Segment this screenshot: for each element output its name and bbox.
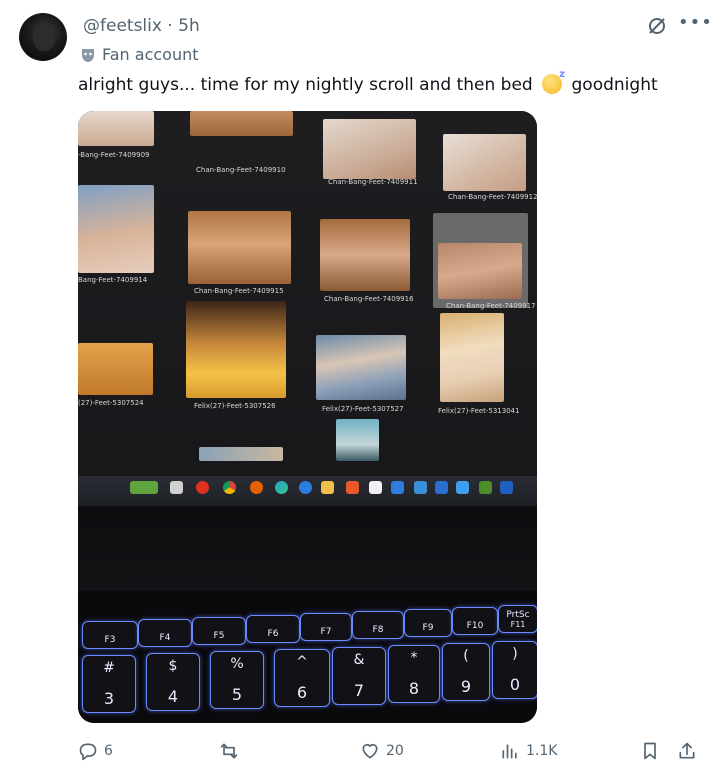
fan-account-badge: Fan account xyxy=(81,45,199,64)
screen-thumbnail xyxy=(188,211,291,284)
screen-caption: Chan-Bang-Feet-7409912 xyxy=(448,193,537,201)
file-explorer-icon xyxy=(321,481,334,494)
key-prtsc: PrtSc F11 xyxy=(498,605,537,633)
reply-icon xyxy=(79,743,97,761)
post-header: @feetslix · 5h xyxy=(83,16,200,36)
like-count: 20 xyxy=(386,743,404,759)
screen-thumbnail xyxy=(316,335,406,400)
post-text-body: alright guys... time for my nightly scro… xyxy=(78,75,533,95)
key-5: % 5 xyxy=(210,651,264,709)
screen-thumbnail xyxy=(320,219,410,291)
key-7: & 7 xyxy=(332,647,386,705)
share-button[interactable] xyxy=(677,741,697,761)
view-count: 1.1K xyxy=(526,743,558,759)
screen-caption: Bang-Feet-7409914 xyxy=(78,276,148,284)
bookmark-button[interactable] xyxy=(640,741,660,761)
like-button[interactable]: 20 xyxy=(360,741,404,761)
laptop-screen: -Bang-Feet-7409909 Chan-Bang-Feet-740991… xyxy=(78,111,537,506)
key-f8: F8 xyxy=(352,611,404,639)
screen-caption: Felix(27)-Feet-5313041 xyxy=(438,407,520,415)
screen-caption: Chan-Bang-Feet-7409910 xyxy=(196,166,286,174)
key-f4: F4 xyxy=(138,619,192,647)
screen-caption: -Bang-Feet-7409909 xyxy=(78,151,150,159)
screen-thumbnail xyxy=(190,111,293,136)
firefox-icon xyxy=(250,481,263,494)
repost-icon xyxy=(220,743,238,759)
key-4: $4 xyxy=(146,653,200,711)
check-icon xyxy=(391,481,404,494)
analytics-icon xyxy=(502,744,517,759)
key-8: * 8 xyxy=(388,645,440,703)
screen-caption: Chan-Bang-Feet-7409916 xyxy=(324,295,414,303)
repost-button[interactable] xyxy=(219,741,245,761)
app-icon xyxy=(346,481,359,494)
key-f6: F6 xyxy=(246,615,300,643)
screen-thumbnail xyxy=(438,243,522,299)
screen-caption: Felix(27)-Feet-5307526 xyxy=(194,402,276,410)
app-icon xyxy=(435,481,448,494)
notes-icon xyxy=(369,481,382,494)
reply-count: 6 xyxy=(104,743,113,759)
screen-thumbnail xyxy=(323,119,416,179)
edge-icon xyxy=(275,481,288,494)
key-3: #3 xyxy=(82,655,136,713)
key-f9: F9 xyxy=(404,609,452,637)
screen-caption: Chan-Bang-Feet-7409915 xyxy=(194,287,284,295)
avatar[interactable] xyxy=(19,13,67,61)
screen-thumbnail xyxy=(186,301,286,398)
share-icon xyxy=(679,742,695,759)
key-f7: F7 xyxy=(300,613,352,641)
screen-thumbnail xyxy=(78,111,154,146)
screen-caption: (27)-Feet-5307524 xyxy=(78,399,144,407)
screen-caption: Felix(27)-Feet-5307527 xyxy=(322,405,404,413)
keyboard: F3 F4 F5 F6 F7 F8 F9 F10 PrtSc F11 #3 $4 … xyxy=(78,591,537,723)
key-f10: F10 xyxy=(452,607,498,635)
post-actions-bar: 6 20 1.1K xyxy=(0,738,718,768)
key-6: ^ 6 xyxy=(274,649,330,707)
sleeping-face-emoji-icon xyxy=(542,69,565,94)
screen-thumbnail xyxy=(336,419,379,461)
key-9: (9 xyxy=(442,643,490,701)
screen-thumbnail xyxy=(443,134,526,191)
key-f3: F3 xyxy=(82,621,138,649)
app-icon xyxy=(456,481,469,494)
chrome-icon xyxy=(223,481,236,494)
minecraft-icon xyxy=(479,481,492,494)
screen-caption: Chan-Bang-Feet-7409917 xyxy=(446,302,536,310)
heart-icon xyxy=(362,743,378,759)
more-options-icon[interactable]: ••• xyxy=(678,12,713,33)
user-handle[interactable]: @feetslix xyxy=(83,16,162,36)
opera-icon xyxy=(196,481,209,494)
views-button[interactable]: 1.1K xyxy=(500,741,557,761)
bookmark-icon xyxy=(644,742,656,760)
app-icon xyxy=(500,481,513,494)
badge-label: Fan account xyxy=(102,45,199,64)
frog-app-icon xyxy=(130,481,158,494)
key-0: ) 0 xyxy=(492,641,537,699)
grok-icon[interactable] xyxy=(646,15,668,37)
screen-thumbnail xyxy=(440,313,504,402)
folder-icon xyxy=(170,481,183,494)
reply-button[interactable]: 6 xyxy=(78,741,113,761)
screen-thumbnail xyxy=(199,447,283,461)
screen-thumbnail xyxy=(78,185,154,273)
app-icon xyxy=(299,481,312,494)
post-text: alright guys... time for my nightly scro… xyxy=(78,69,658,95)
mail-icon xyxy=(414,481,427,494)
screen-caption: Chan-Bang-Feet-7409911 xyxy=(328,178,418,186)
post-media-image[interactable]: -Bang-Feet-7409909 Chan-Bang-Feet-740991… xyxy=(78,111,537,723)
post-time[interactable]: · 5h xyxy=(167,16,199,36)
key-f5: F5 xyxy=(192,617,246,645)
mask-icon xyxy=(82,48,94,62)
screen-thumbnail xyxy=(78,343,153,395)
post-text-tail: goodnight xyxy=(571,75,658,95)
